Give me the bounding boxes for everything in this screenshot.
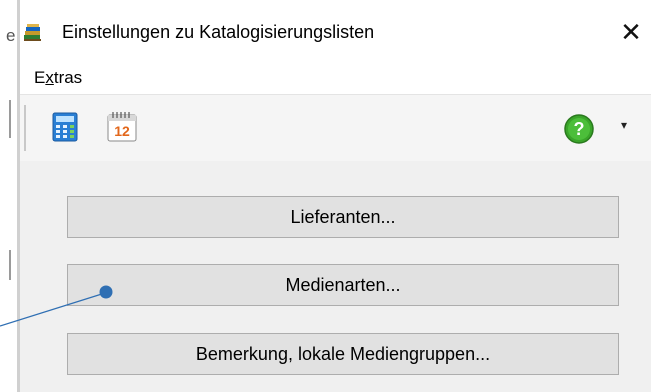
menu-bar: Extras xyxy=(20,64,651,95)
calendar-icon[interactable]: 12 xyxy=(105,110,139,144)
background-window-divider xyxy=(9,100,11,138)
toolbar: 12 xyxy=(20,95,651,161)
menu-extras[interactable]: Extras xyxy=(34,68,82,88)
title-bar: Einstellungen zu Katalogisierungslisten … xyxy=(20,0,651,64)
button-panel: Lieferanten... Medienarten... Bemerkung,… xyxy=(20,161,651,392)
background-window-edge: e xyxy=(0,0,20,392)
help-icon-glyph: ? xyxy=(574,119,585,139)
calculator-icon[interactable] xyxy=(48,110,82,144)
background-window-divider xyxy=(9,250,11,280)
calendar-icon-day: 12 xyxy=(114,123,130,139)
books-icon xyxy=(24,24,41,41)
lieferanten-button[interactable]: Lieferanten... xyxy=(67,196,619,238)
dialog-window: Einstellungen zu Katalogisierungslisten … xyxy=(20,0,651,392)
menu-extras-mnemonic: x xyxy=(45,68,54,87)
menu-extras-label-end: tras xyxy=(53,68,83,87)
toolbar-grip xyxy=(24,105,26,151)
help-icon[interactable]: ? xyxy=(563,113,595,145)
dropdown-arrow-icon[interactable]: ▾ xyxy=(621,118,627,132)
window-title: Einstellungen zu Katalogisierungslisten xyxy=(62,22,375,42)
close-button[interactable]: ✕ xyxy=(616,18,646,48)
screenshot: e Einstellungen zu Katalogisierungsliste… xyxy=(0,0,651,392)
background-window-text: e xyxy=(6,26,16,45)
medienarten-button[interactable]: Medienarten... xyxy=(67,264,619,306)
menu-extras-label-start: E xyxy=(34,68,46,87)
bemerkung-button[interactable]: Bemerkung, lokale Mediengruppen... xyxy=(67,333,619,375)
